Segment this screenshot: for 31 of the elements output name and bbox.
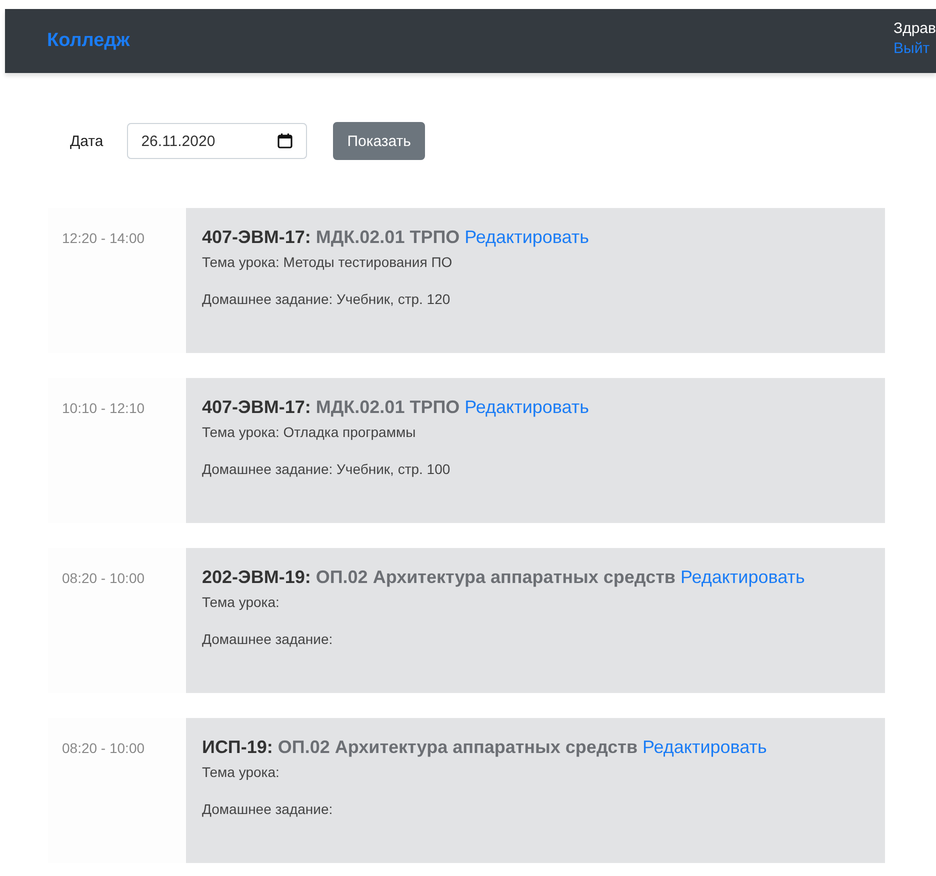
lesson-time: 12:20 - 14:00	[62, 230, 145, 246]
lesson-topic: Тема урока: Методы тестирования ПО	[202, 254, 454, 270]
greeting-text: Здрав	[894, 19, 936, 39]
subject-name: ОП.02 Архитектура аппаратных средств	[278, 737, 638, 757]
edit-link[interactable]: Редактировать	[464, 227, 590, 247]
subject-name: МДК.02.01 ТРПО	[316, 397, 460, 417]
group-name: 407-ЭВМ-17:	[202, 397, 311, 417]
homework-text: Домашнее задание: Учебник, стр. 100	[202, 461, 452, 477]
group-name: ИСП-19:	[202, 737, 273, 757]
subject-name: ОП.02 Архитектура аппаратных средств	[316, 567, 676, 587]
lesson-time: 10:10 - 12:10	[62, 400, 145, 416]
lesson-topic: Тема урока: Отладка программы	[202, 424, 417, 440]
lesson-time: 08:20 - 10:00	[62, 740, 145, 756]
group-name: 407-ЭВМ-17:	[202, 227, 311, 247]
subject-name: МДК.02.01 ТРПО	[316, 227, 460, 247]
edit-link[interactable]: Редактировать	[464, 397, 590, 417]
edit-link[interactable]: Редактировать	[642, 737, 767, 757]
edit-link[interactable]: Редактировать	[680, 567, 805, 587]
calendar-icon[interactable]	[277, 133, 294, 149]
homework-text: Домашнее задание:	[202, 631, 334, 647]
lesson-time: 08:20 - 10:00	[62, 570, 145, 586]
brand-link[interactable]: Колледж	[47, 30, 130, 52]
homework-text: Домашнее задание: Учебник, стр. 120	[202, 291, 452, 307]
logout-link[interactable]: Выйт	[894, 39, 936, 59]
lesson-topic: Тема урока:	[202, 594, 280, 610]
date-label: Дата	[70, 132, 104, 150]
show-button[interactable]: Показать	[333, 122, 425, 160]
homework-text: Домашнее задание:	[202, 801, 334, 817]
lesson-topic: Тема урока:	[202, 764, 280, 780]
group-name: 202-ЭВМ-19:	[202, 567, 311, 587]
date-field[interactable]: 26.11.2020	[127, 123, 308, 159]
